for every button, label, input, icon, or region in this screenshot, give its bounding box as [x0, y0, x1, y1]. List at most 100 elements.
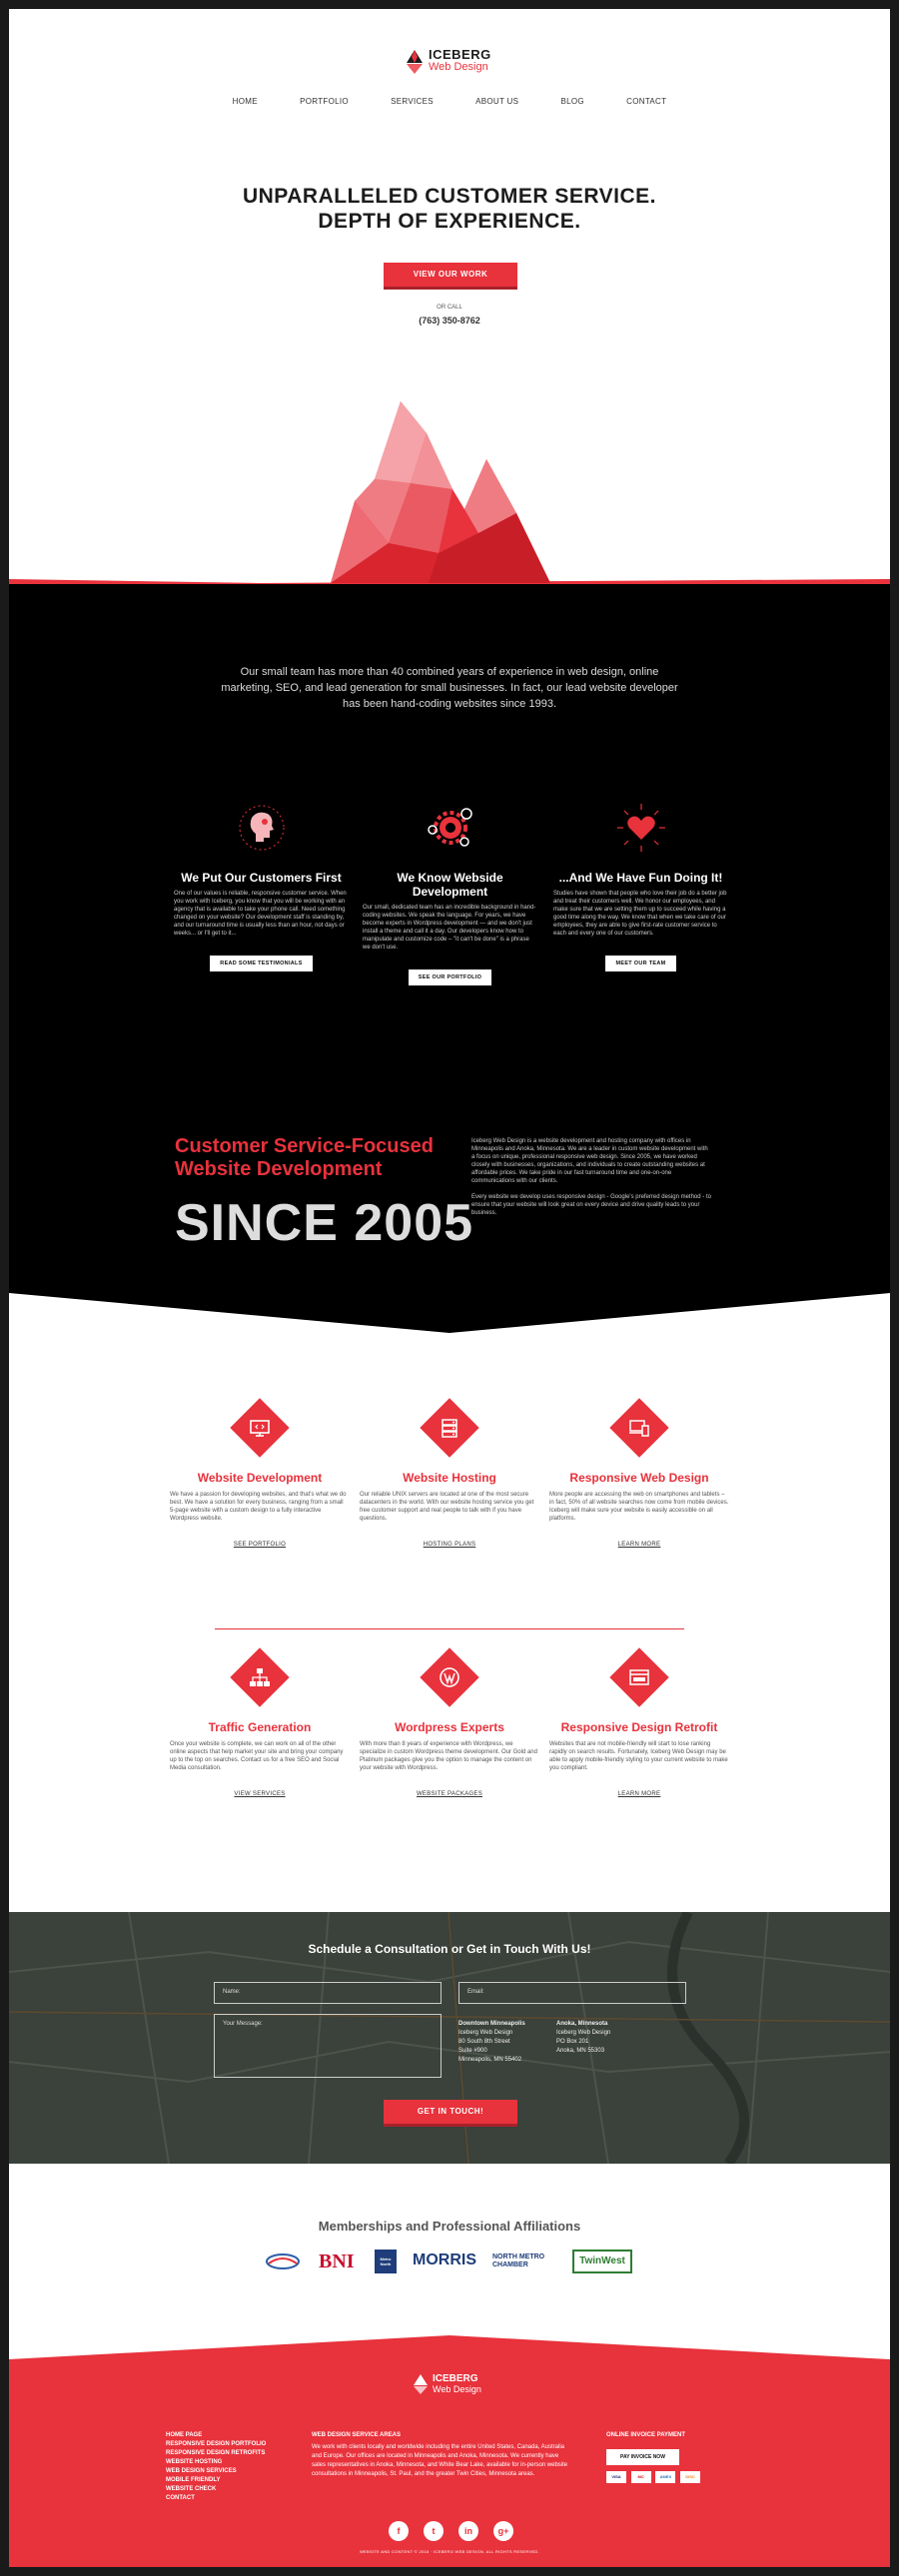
office-minneapolis: Downtown Minneapolis Iceberg Web Design …	[458, 2020, 525, 2065]
portfolio-button[interactable]: SEE OUR PORTFOLIO	[408, 969, 492, 985]
service-badge	[230, 1647, 290, 1707]
service-website-development: Website Development We have a passion fo…	[170, 1398, 350, 1551]
get-in-touch-button[interactable]: GET IN TOUCH!	[384, 2100, 517, 2124]
service-text: With more than 8 years of experience wit…	[360, 1741, 537, 1771]
google-plus-icon[interactable]: g+	[493, 2521, 513, 2541]
payment-cards: VISA MC AMEX DISC	[606, 2471, 726, 2483]
twinwest-logo[interactable]: TwinWest	[572, 2250, 632, 2273]
footer-link[interactable]: WEBSITE CHECK	[166, 2485, 266, 2494]
service-text: More people are accessing the web on sma…	[549, 1492, 729, 1522]
contact-title: Schedule a Consultation or Get in Touch …	[308, 1942, 591, 1956]
intro-text: Our small team has more than 40 combined…	[221, 666, 678, 710]
footer-link[interactable]: CONTACT	[166, 2494, 266, 2503]
heart-icon	[616, 804, 665, 852]
nav-portfolio[interactable]: PORTFOLIO	[300, 97, 349, 106]
nav-services[interactable]: SERVICES	[391, 97, 434, 106]
service-website-hosting: Website Hosting Our reliable UNIX server…	[360, 1398, 539, 1551]
learn-more-link[interactable]: LEARN MORE	[618, 1791, 661, 1797]
iceberg-logo-icon	[407, 50, 423, 74]
service-text: Once your website is complete, we can wo…	[170, 1741, 344, 1771]
website-packages-link[interactable]: WEBSITE PACKAGES	[417, 1791, 482, 1797]
service-areas-heading: WEB DESIGN SERVICE AREAS	[312, 2432, 402, 2438]
feature-text: Our small, dedicated team has an incredi…	[363, 905, 536, 951]
browser-icon	[629, 1669, 649, 1685]
nav-about[interactable]: ABOUT US	[475, 97, 518, 106]
feature-customers: We Put Our Customers First One of our va…	[174, 798, 349, 971]
pay-invoice-button[interactable]: PAY INVOICE NOW	[606, 2449, 679, 2465]
anoka-chamber-logo[interactable]	[265, 2250, 301, 2273]
twitter-icon[interactable]: t	[424, 2521, 444, 2541]
footer-link[interactable]: MOBILE FRIENDLY	[166, 2476, 266, 2485]
affiliation-logos: BNI Metro North MORRIS NORTH METRO CHAMB…	[257, 2244, 646, 2279]
view-services-link[interactable]: VIEW SERVICES	[234, 1791, 285, 1797]
morris-logo[interactable]: MORRIS	[413, 2250, 478, 2273]
service-title: Traffic Generation	[208, 1720, 312, 1734]
office-heading: Downtown Minneapolis	[458, 2021, 525, 2027]
site-logo[interactable]: ICEBERG Web Design	[405, 47, 494, 77]
copyright: WEBSITE AND CONTENT © 2016 · ICEBERG WEB…	[359, 2549, 540, 2554]
service-title: Responsive Design Retrofit	[560, 1720, 718, 1734]
office-line: Suite #900	[458, 2048, 487, 2054]
service-title: Wordpress Experts	[395, 1720, 504, 1734]
social-links: f t in g+	[389, 2521, 514, 2541]
north-metro-chamber-logo[interactable]: NORTH METRO CHAMBER	[492, 2250, 556, 2273]
or-call-label: OR CALL	[437, 305, 462, 311]
footer-link[interactable]: HOME PAGE	[166, 2431, 266, 2440]
office-line: Iceberg Web Design	[458, 2030, 513, 2036]
metro-north-logo[interactable]: Metro North	[375, 2250, 397, 2273]
nav-blog[interactable]: BLOG	[560, 97, 583, 106]
email-field[interactable]: Email:	[458, 1982, 686, 2004]
facebook-icon[interactable]: f	[389, 2521, 409, 2541]
network-icon	[250, 1668, 270, 1686]
learn-more-link[interactable]: LEARN MORE	[618, 1542, 661, 1548]
footer-link[interactable]: WEB DESIGN SERVICES	[166, 2467, 266, 2476]
customer-head-icon	[239, 805, 284, 851]
service-text: Websites that are not mobile-friendly wi…	[549, 1741, 728, 1771]
bni-logo[interactable]: BNI	[319, 2250, 359, 2273]
linkedin-icon[interactable]: in	[458, 2521, 478, 2541]
footer-logo-name: ICEBERG	[433, 2373, 478, 2384]
testimonials-button[interactable]: READ SOME TESTIMONIALS	[210, 956, 313, 971]
office-line: Minneapolis, MN 55402	[458, 2057, 522, 2063]
page: ICEBERG Web Design HOME PORTFOLIO SERVIC…	[9, 9, 890, 2567]
service-areas-text: We work with clients locally and worldwi…	[312, 2444, 568, 2477]
feature-text: One of our values is reliable, responsiv…	[174, 891, 347, 937]
service-title: Website Hosting	[403, 1471, 496, 1485]
footer-link[interactable]: WEBSITE HOSTING	[166, 2458, 266, 2467]
footer-link[interactable]: RESPONSIVE DESIGN PORTFOLIO	[166, 2440, 266, 2449]
hosting-plans-link[interactable]: HOSTING PLANS	[424, 1542, 476, 1548]
hero-title-line1: UNPARALLELED CUSTOMER SERVICE.	[242, 185, 657, 208]
since-heading: Customer Service-Focused Website Develop…	[175, 1135, 435, 1181]
team-button[interactable]: MEET OUR TEAM	[605, 956, 676, 971]
footer-service-areas: WEB DESIGN SERVICE AREAS We work with cl…	[312, 2431, 569, 2479]
feature-title: ...And We Have Fun Doing It!	[558, 871, 723, 885]
gears-icon	[427, 808, 472, 847]
service-badge	[609, 1647, 669, 1707]
footer-link[interactable]: RESPONSIVE DESIGN RETROFITS	[166, 2449, 266, 2458]
office-line: 80 South 8th Street	[458, 2039, 510, 2045]
view-work-button[interactable]: VIEW OUR WORK	[384, 263, 517, 287]
service-badge	[609, 1398, 669, 1458]
section-wedge	[9, 1293, 890, 1333]
contact-section: Schedule a Consultation or Get in Touch …	[9, 1912, 890, 2164]
company-description: Iceberg Web Design is a website developm…	[471, 1137, 711, 1225]
footer-links: HOME PAGE RESPONSIVE DESIGN PORTFOLIO RE…	[166, 2431, 266, 2503]
name-field[interactable]: Name:	[214, 1982, 442, 2004]
service-responsive-design: Responsive Web Design More people are ac…	[549, 1398, 729, 1551]
service-title: Responsive Web Design	[569, 1471, 709, 1485]
mastercard-icon: MC	[630, 2471, 651, 2483]
service-text: Our reliable UNIX servers are located at…	[360, 1492, 534, 1522]
amex-card-icon: AMEX	[655, 2471, 676, 2483]
logo-sub: Web Design	[429, 61, 488, 73]
memberships-title: Memberships and Professional Affiliation…	[318, 2219, 581, 2234]
footer-logo[interactable]: ICEBERG Web Design	[413, 2373, 492, 2397]
office-heading: Anoka, Minnesota	[556, 2021, 608, 2027]
see-portfolio-link[interactable]: SEE PORTFOLIO	[234, 1542, 286, 1548]
message-field[interactable]: Your Message:	[214, 2014, 442, 2078]
nav-home[interactable]: HOME	[233, 97, 258, 106]
wordpress-icon	[440, 1667, 459, 1687]
feature-development: We Know Webside Development Our small, d…	[363, 798, 537, 985]
nav-contact[interactable]: CONTACT	[626, 97, 666, 106]
phone-number[interactable]: (763) 350-8762	[9, 316, 890, 325]
feature-text: Studies have shown that people who love …	[553, 891, 727, 937]
